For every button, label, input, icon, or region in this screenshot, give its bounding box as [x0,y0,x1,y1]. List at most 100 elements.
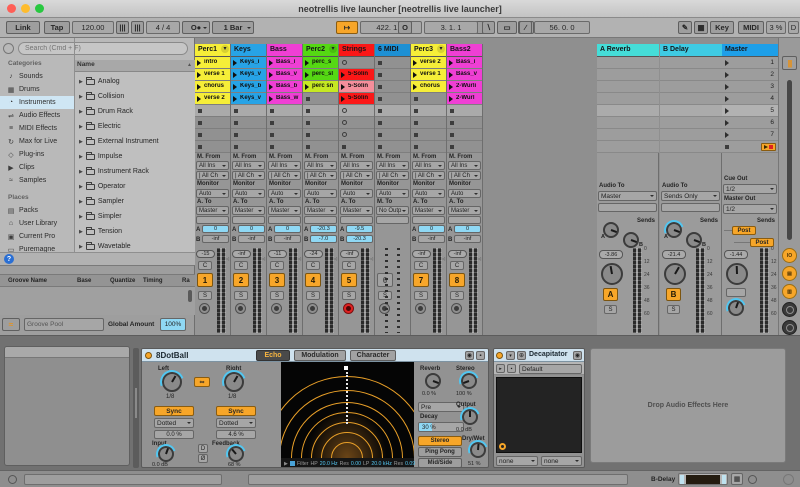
computer-midi-keyboard-button[interactable]: ▦ [694,21,708,34]
wrench-icon[interactable]: ⊕ [517,351,526,360]
empty-clip-slot[interactable] [231,105,266,117]
solo-button[interactable]: S [234,291,248,300]
track-header[interactable]: Bass [267,44,302,57]
solo-button[interactable]: S [306,291,320,300]
scene-row[interactable]: 7 [722,129,778,141]
send-a-value[interactable]: -9.5 [346,225,373,233]
monitor-select[interactable]: Auto [376,189,409,198]
nudge-down-button[interactable]: ||| [116,21,129,34]
browser-item[interactable]: ▶External Instrument [75,134,195,149]
sidebar-item-midi-effects[interactable]: ≡MIDI Effects [0,122,74,135]
prev-preset-icon[interactable]: ▸ [496,364,505,373]
clip-slot[interactable]: perc_sl [303,69,338,81]
punch-out-button[interactable]: ∕ [519,21,532,34]
left-sync-toggle[interactable]: Sync [154,406,194,416]
arm-button[interactable] [235,303,246,314]
right-delay-time-knob[interactable] [224,372,244,392]
return-activator[interactable]: A [603,288,618,301]
send-b-value[interactable]: -inf [274,235,301,243]
track-volume-value[interactable]: -24 [304,250,323,258]
input-channel-select[interactable]: | All Ch [232,171,265,180]
output-routing-select[interactable]: Master [448,206,481,215]
send-b-value[interactable]: -inf [454,235,481,243]
volume-knob[interactable] [664,263,686,285]
pan-control[interactable]: C [306,261,320,270]
track-volume-value[interactable]: -15 [196,250,215,258]
overdub-button[interactable]: O [398,21,412,34]
clip-slot[interactable]: 5-Solin [339,93,374,105]
arm-button[interactable] [415,303,426,314]
track-header[interactable]: Perc1▾ [195,44,230,57]
empty-clip-slot[interactable] [195,129,230,141]
monitor-select[interactable]: Auto [232,189,265,198]
track-activator[interactable]: 8 [449,273,465,287]
scene-row[interactable]: 5 [722,105,778,117]
track-volume-value[interactable]: -inf [340,250,359,258]
empty-clip-slot[interactable] [267,129,302,141]
save-preset-icon[interactable]: ▪ [507,364,516,373]
track-activator[interactable]: 1 [197,273,213,287]
browser-item[interactable]: ▶Sampler [75,194,195,209]
track-activator[interactable]: 3 [269,273,285,287]
track-volume-value[interactable]: -inf [412,250,431,258]
tap-tempo-button[interactable]: Tap [44,21,70,34]
return-track-header[interactable]: B Delay [660,44,722,57]
clip-slot[interactable]: Bass_v [447,69,482,81]
groove-scrollbar[interactable] [188,290,192,302]
send-b-value[interactable]: -inf [238,235,265,243]
sidebar-item-current-project[interactable]: ▣Current Pro [0,230,74,243]
send-a-knob[interactable] [666,222,682,238]
solo-cue-switch[interactable] [726,288,746,297]
send-a-value[interactable]: 0 [238,225,265,233]
send-a-value[interactable]: 0 [202,225,229,233]
clip-slot[interactable]: perc sn [303,81,338,93]
track-header[interactable]: Bass2 [447,44,482,57]
preview-cue-volume-knob[interactable] [728,300,744,316]
monitor-select[interactable]: Auto [412,189,445,198]
tab-modulation[interactable]: Modulation [294,350,346,361]
input-routing-select[interactable]: All Ins [268,161,301,170]
input-channel-select[interactable]: | All Ch [196,171,229,180]
drop-audio-effects-area[interactable]: Drop Audio Effects Here [590,348,786,463]
input-gain-knob[interactable] [158,446,174,462]
empty-clip-slot[interactable] [195,105,230,117]
send-a-value[interactable]: 0 [418,225,445,233]
output-routing-select[interactable]: Master [412,206,445,215]
metronome-toggle[interactable]: O● [182,21,210,34]
track-header[interactable]: Perc3▾ [411,44,446,57]
pan-control[interactable]: C [414,261,428,270]
plugin-panel[interactable] [496,377,582,453]
device-on-toggle[interactable] [496,352,503,359]
clip-slot[interactable]: chorus [195,81,230,93]
clip-slot[interactable]: 5-Solin [339,69,374,81]
empty-clip-slot[interactable] [303,141,338,153]
stereo-width-knob[interactable] [461,373,477,389]
track-volume-value[interactable]: -inf [448,250,467,258]
empty-clip-slot[interactable] [375,81,410,93]
arm-button[interactable] [451,303,462,314]
empty-clip-slot[interactable] [231,129,266,141]
clip-slot[interactable]: verse 1 [195,69,230,81]
status-help-icon[interactable] [8,475,17,484]
track-activator[interactable]: 4 [305,273,321,287]
empty-clip-slot[interactable] [339,105,374,117]
show-track-delay-toggle[interactable] [782,302,797,317]
pan-control[interactable]: C [234,261,248,270]
browser-item[interactable]: ▶Simpler [75,209,195,224]
sidebar-item-sounds[interactable]: ♪Sounds [0,70,74,83]
return-activator[interactable]: B [666,288,681,301]
output-routing-select[interactable]: Master [196,206,229,215]
channel-mode-stereo[interactable]: Stereo [418,436,462,446]
empty-clip-slot[interactable] [267,141,302,153]
solo-button[interactable]: S [667,305,680,314]
arm-button[interactable] [199,303,210,314]
channel-mode-pingpong[interactable]: Ping Pong [418,447,462,457]
input-routing-select[interactable]: All Ins [376,161,409,170]
master-volume-knob[interactable] [726,263,748,285]
return-volume-value[interactable]: -3.86 [599,250,623,259]
monitor-select[interactable]: Auto [448,189,481,198]
solo-button[interactable]: S [342,291,356,300]
show-mixer-toggle[interactable]: ▥ [782,284,797,299]
send-b-knob[interactable] [623,232,639,248]
empty-clip-slot[interactable] [339,117,374,129]
